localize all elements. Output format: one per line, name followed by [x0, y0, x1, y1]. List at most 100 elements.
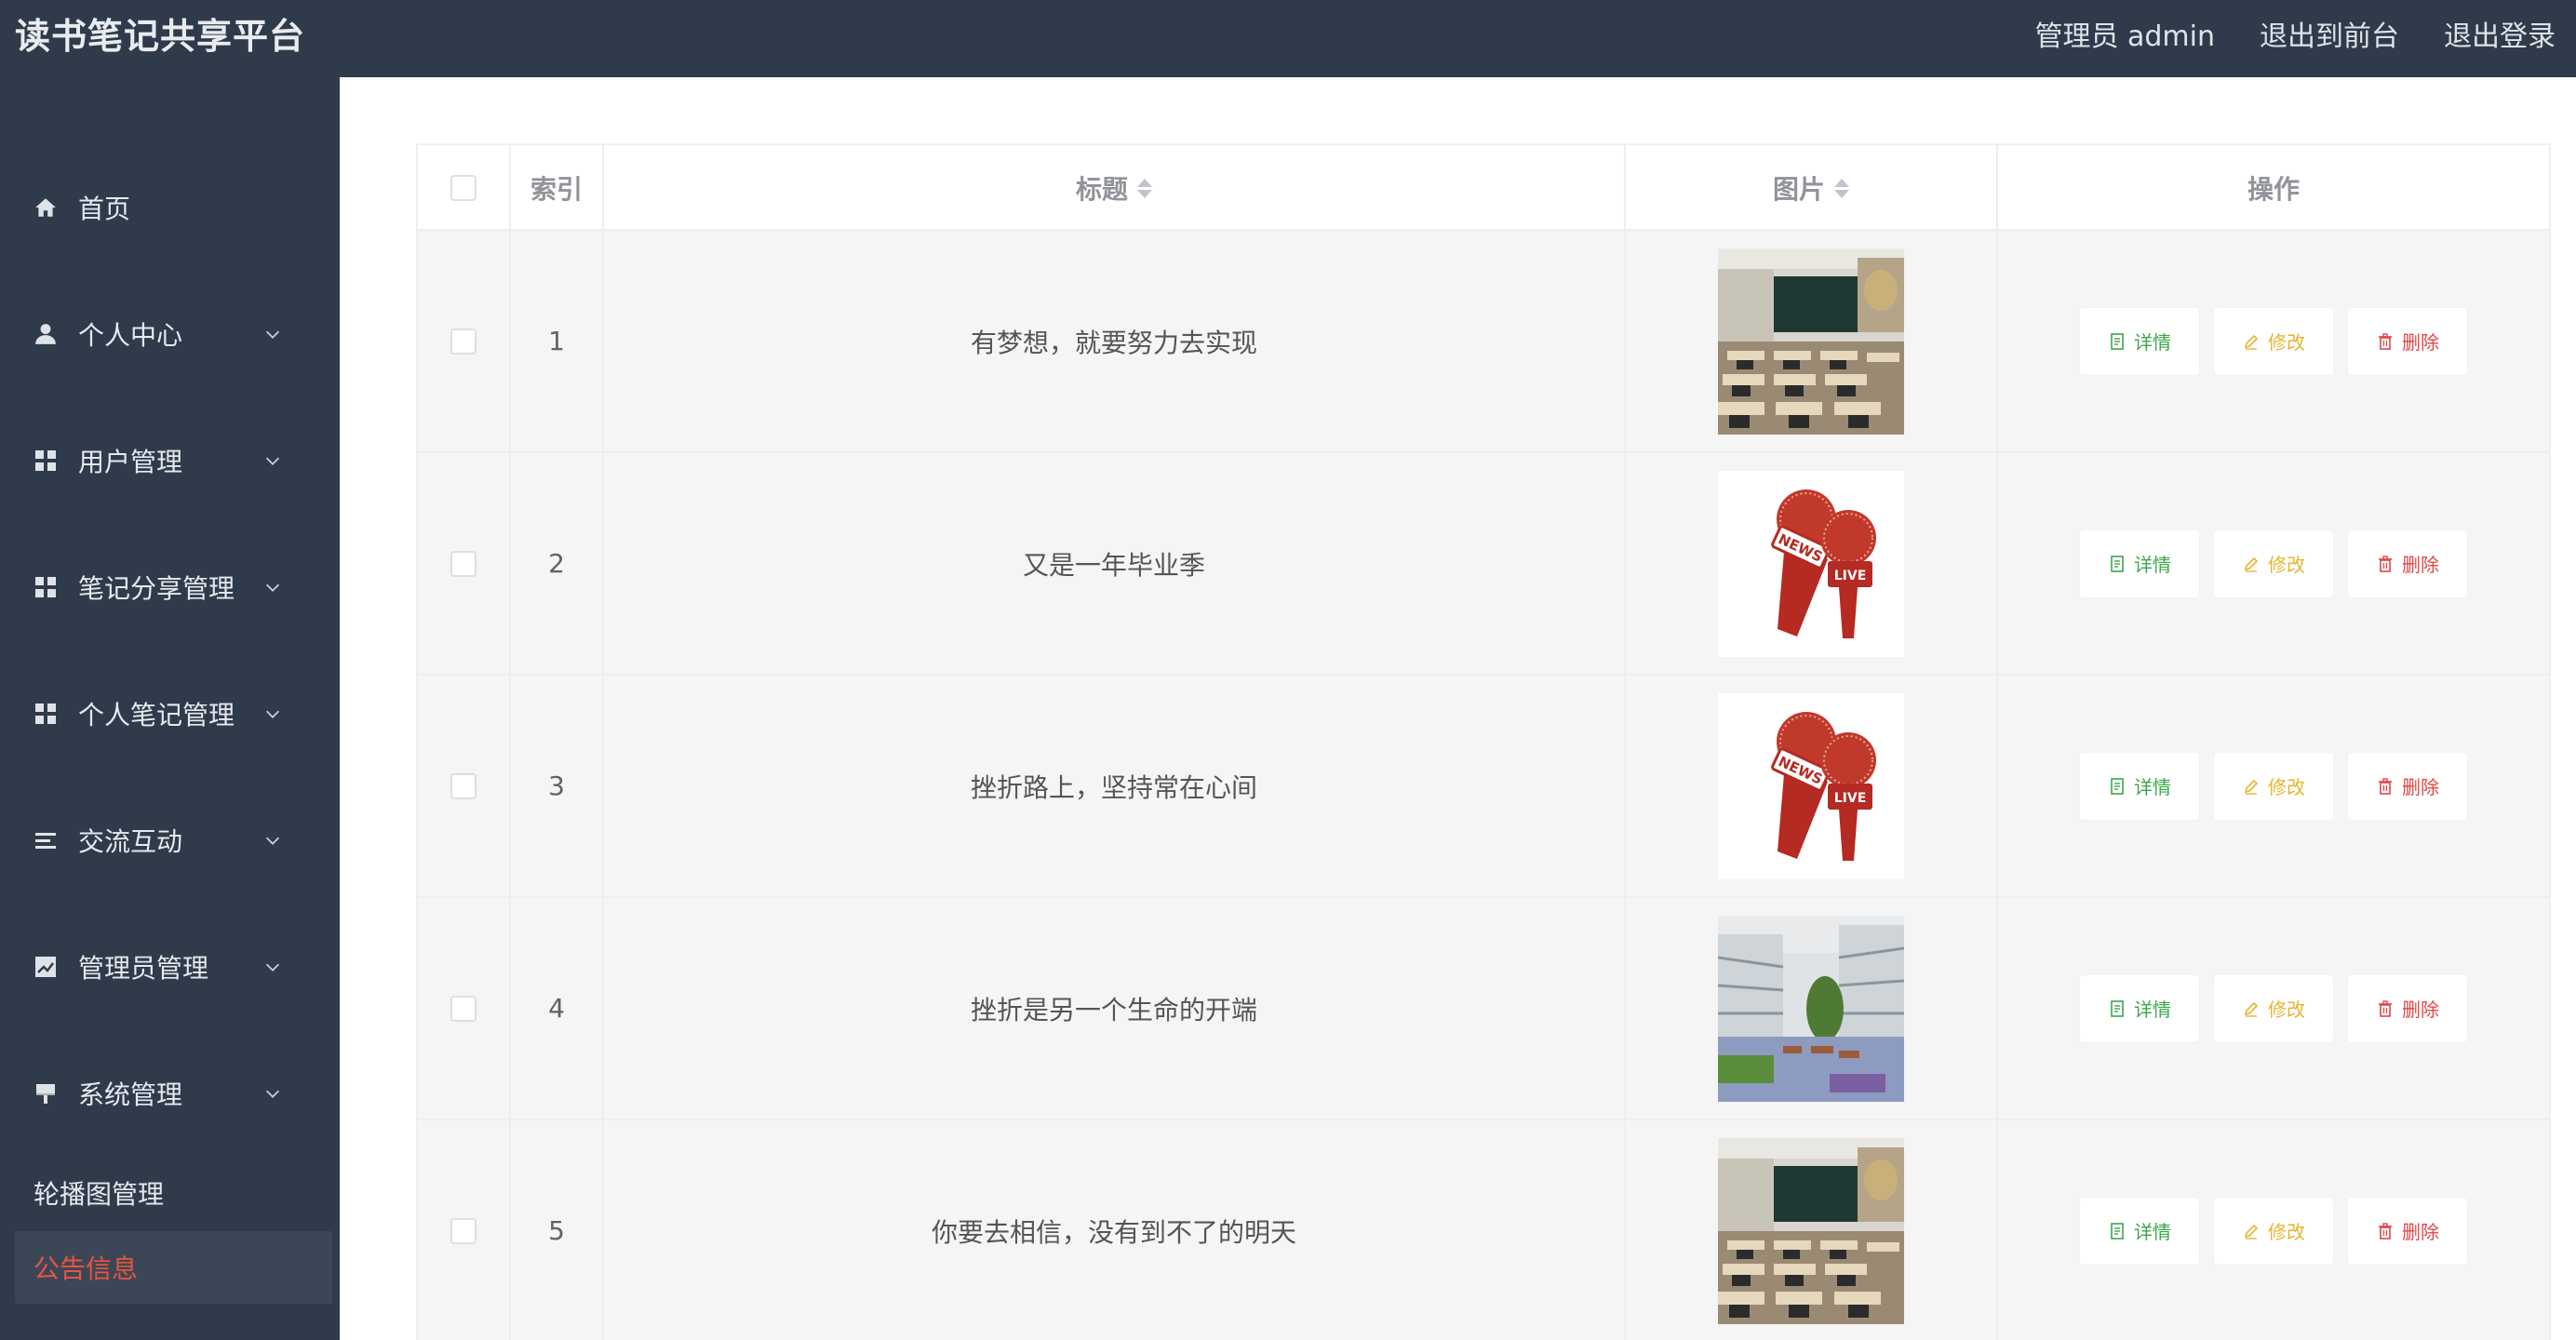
delete-button[interactable]: 删除	[2348, 974, 2467, 1042]
row-thumbnail[interactable]	[1718, 915, 1904, 1102]
column-header-title[interactable]: 标题	[604, 145, 1626, 231]
svg-text:LIVE: LIVE	[1834, 791, 1867, 806]
grid-icon	[32, 573, 60, 601]
chevron-down-icon	[265, 583, 280, 592]
row-index: 2	[511, 453, 604, 674]
sidebar-item-label: 用户管理	[78, 447, 183, 477]
chevron-down-icon	[265, 330, 280, 339]
trash-icon	[2379, 999, 2392, 1017]
main-content: 索引 标题 图片 操作 1 有梦想，就要努力去实现 详情 修改 删除 2 又是一…	[340, 77, 2576, 1340]
detail-button[interactable]: 详情	[2080, 307, 2199, 375]
row-actions: 详情 修改 删除	[1998, 231, 2549, 451]
sidebar-item-label: 首页	[78, 194, 131, 224]
edit-button[interactable]: 修改	[2214, 974, 2333, 1042]
user-icon	[32, 320, 60, 348]
sidebar-item-home[interactable]: 首页	[0, 170, 340, 245]
sidebar-item-personal-note-management[interactable]: 个人笔记管理	[0, 677, 340, 751]
sidebar-item-system-management[interactable]: 系统管理	[0, 1056, 340, 1131]
trash-icon	[2379, 555, 2392, 572]
chevron-down-icon	[265, 1090, 280, 1098]
row-select-cell	[418, 1120, 511, 1340]
delete-button-label: 删除	[2402, 556, 2439, 576]
delete-button-label: 删除	[2402, 778, 2439, 798]
edit-button[interactable]: 修改	[2214, 529, 2333, 597]
school-courtyard-image	[1718, 915, 1904, 1102]
news-microphones-image: NEWS LIVE	[1718, 470, 1904, 657]
sidebar-item-admin-management[interactable]: 管理员管理	[0, 930, 340, 1004]
row-thumbnail[interactable]: NEWS LIVE	[1718, 692, 1904, 879]
sort-icon[interactable]	[1834, 178, 1849, 198]
row-index: 3	[511, 676, 604, 896]
edit-button[interactable]: 修改	[2214, 752, 2333, 820]
row-checkbox[interactable]	[450, 550, 476, 577]
paint-icon	[32, 1079, 60, 1107]
document-icon	[2111, 999, 2124, 1017]
detail-button-label: 详情	[2134, 1223, 2171, 1243]
sidebar-subitem-carousel[interactable]: 轮播图管理	[15, 1157, 332, 1229]
detail-button[interactable]: 详情	[2080, 1197, 2199, 1265]
detail-button[interactable]: 详情	[2080, 752, 2199, 820]
table-row: 3 挫折路上，坚持常在心间 NEWS LIVE 详情 修改 删除	[418, 676, 2549, 898]
classroom-image	[1718, 1137, 1904, 1324]
detail-button[interactable]: 详情	[2080, 529, 2199, 597]
delete-button[interactable]: 删除	[2348, 529, 2467, 597]
sidebar-item-note-share-management[interactable]: 笔记分享管理	[0, 550, 340, 624]
row-checkbox[interactable]	[450, 772, 476, 799]
column-header-image-label: 图片	[1772, 174, 1825, 205]
row-select-cell	[418, 676, 511, 896]
row-thumbnail[interactable]	[1718, 248, 1904, 435]
edit-button[interactable]: 修改	[2214, 1197, 2333, 1265]
document-icon	[2111, 555, 2124, 572]
row-thumbnail[interactable]	[1718, 1137, 1904, 1324]
detail-button-label: 详情	[2134, 778, 2171, 798]
row-thumbnail[interactable]: NEWS LIVE	[1718, 470, 1904, 657]
sidebar-item-label: 个人笔记管理	[78, 700, 235, 730]
detail-button-label: 详情	[2134, 333, 2171, 354]
row-checkbox[interactable]	[450, 328, 476, 355]
row-actions: 详情 修改 删除	[1998, 1120, 2549, 1340]
top-header: 读书笔记共享平台 管理员 admin 退出到前台 退出登录	[0, 0, 2576, 77]
delete-button[interactable]: 删除	[2348, 752, 2467, 820]
row-title: 挫折是另一个生命的开端	[604, 898, 1626, 1119]
table-row: 4 挫折是另一个生命的开端 详情 修改 删除	[418, 898, 2549, 1120]
pencil-icon	[2244, 556, 2259, 572]
svg-text:LIVE: LIVE	[1834, 569, 1867, 583]
exit-to-front-link[interactable]: 退出到前台	[2260, 13, 2399, 54]
edit-button-label: 修改	[2268, 1223, 2305, 1243]
delete-button[interactable]: 删除	[2348, 1197, 2467, 1265]
logout-link[interactable]: 退出登录	[2444, 13, 2556, 54]
column-header-image[interactable]: 图片	[1626, 145, 1998, 231]
sidebar-item-user-management[interactable]: 用户管理	[0, 423, 340, 498]
grid-icon	[32, 700, 60, 728]
sidebar-item-interaction[interactable]: 交流互动	[0, 803, 340, 878]
row-select-cell	[418, 898, 511, 1119]
row-actions: 详情 修改 删除	[1998, 676, 2549, 896]
detail-button-label: 详情	[2134, 1000, 2171, 1021]
chevron-down-icon	[265, 837, 280, 845]
column-header-actions: 操作	[2247, 174, 2300, 205]
sort-icon[interactable]	[1137, 178, 1152, 198]
detail-button[interactable]: 详情	[2080, 974, 2199, 1042]
column-header-index: 索引	[511, 145, 604, 231]
row-select-cell	[418, 453, 511, 674]
pencil-icon	[2244, 334, 2259, 350]
delete-button[interactable]: 删除	[2348, 307, 2467, 375]
row-index: 1	[511, 231, 604, 451]
chart-icon	[32, 953, 60, 981]
sidebar-item-label: 笔记分享管理	[78, 573, 235, 604]
row-image-cell: NEWS LIVE	[1626, 453, 1998, 674]
trash-icon	[2379, 332, 2392, 350]
edit-button[interactable]: 修改	[2214, 307, 2333, 375]
list-icon	[32, 826, 60, 854]
sidebar-item-label: 管理员管理	[78, 953, 209, 984]
row-image-cell	[1626, 231, 1998, 451]
sidebar-subitem-announcement[interactable]: 公告信息	[15, 1231, 332, 1304]
row-actions: 详情 修改 删除	[1998, 453, 2549, 674]
row-checkbox[interactable]	[450, 1217, 476, 1244]
select-all-checkbox[interactable]	[450, 175, 476, 201]
home-icon	[32, 194, 60, 221]
chevron-down-icon	[265, 457, 280, 465]
row-checkbox[interactable]	[450, 995, 476, 1022]
sidebar-item-personal-center[interactable]: 个人中心	[0, 297, 340, 371]
sidebar-item-label: 系统管理	[78, 1079, 183, 1110]
